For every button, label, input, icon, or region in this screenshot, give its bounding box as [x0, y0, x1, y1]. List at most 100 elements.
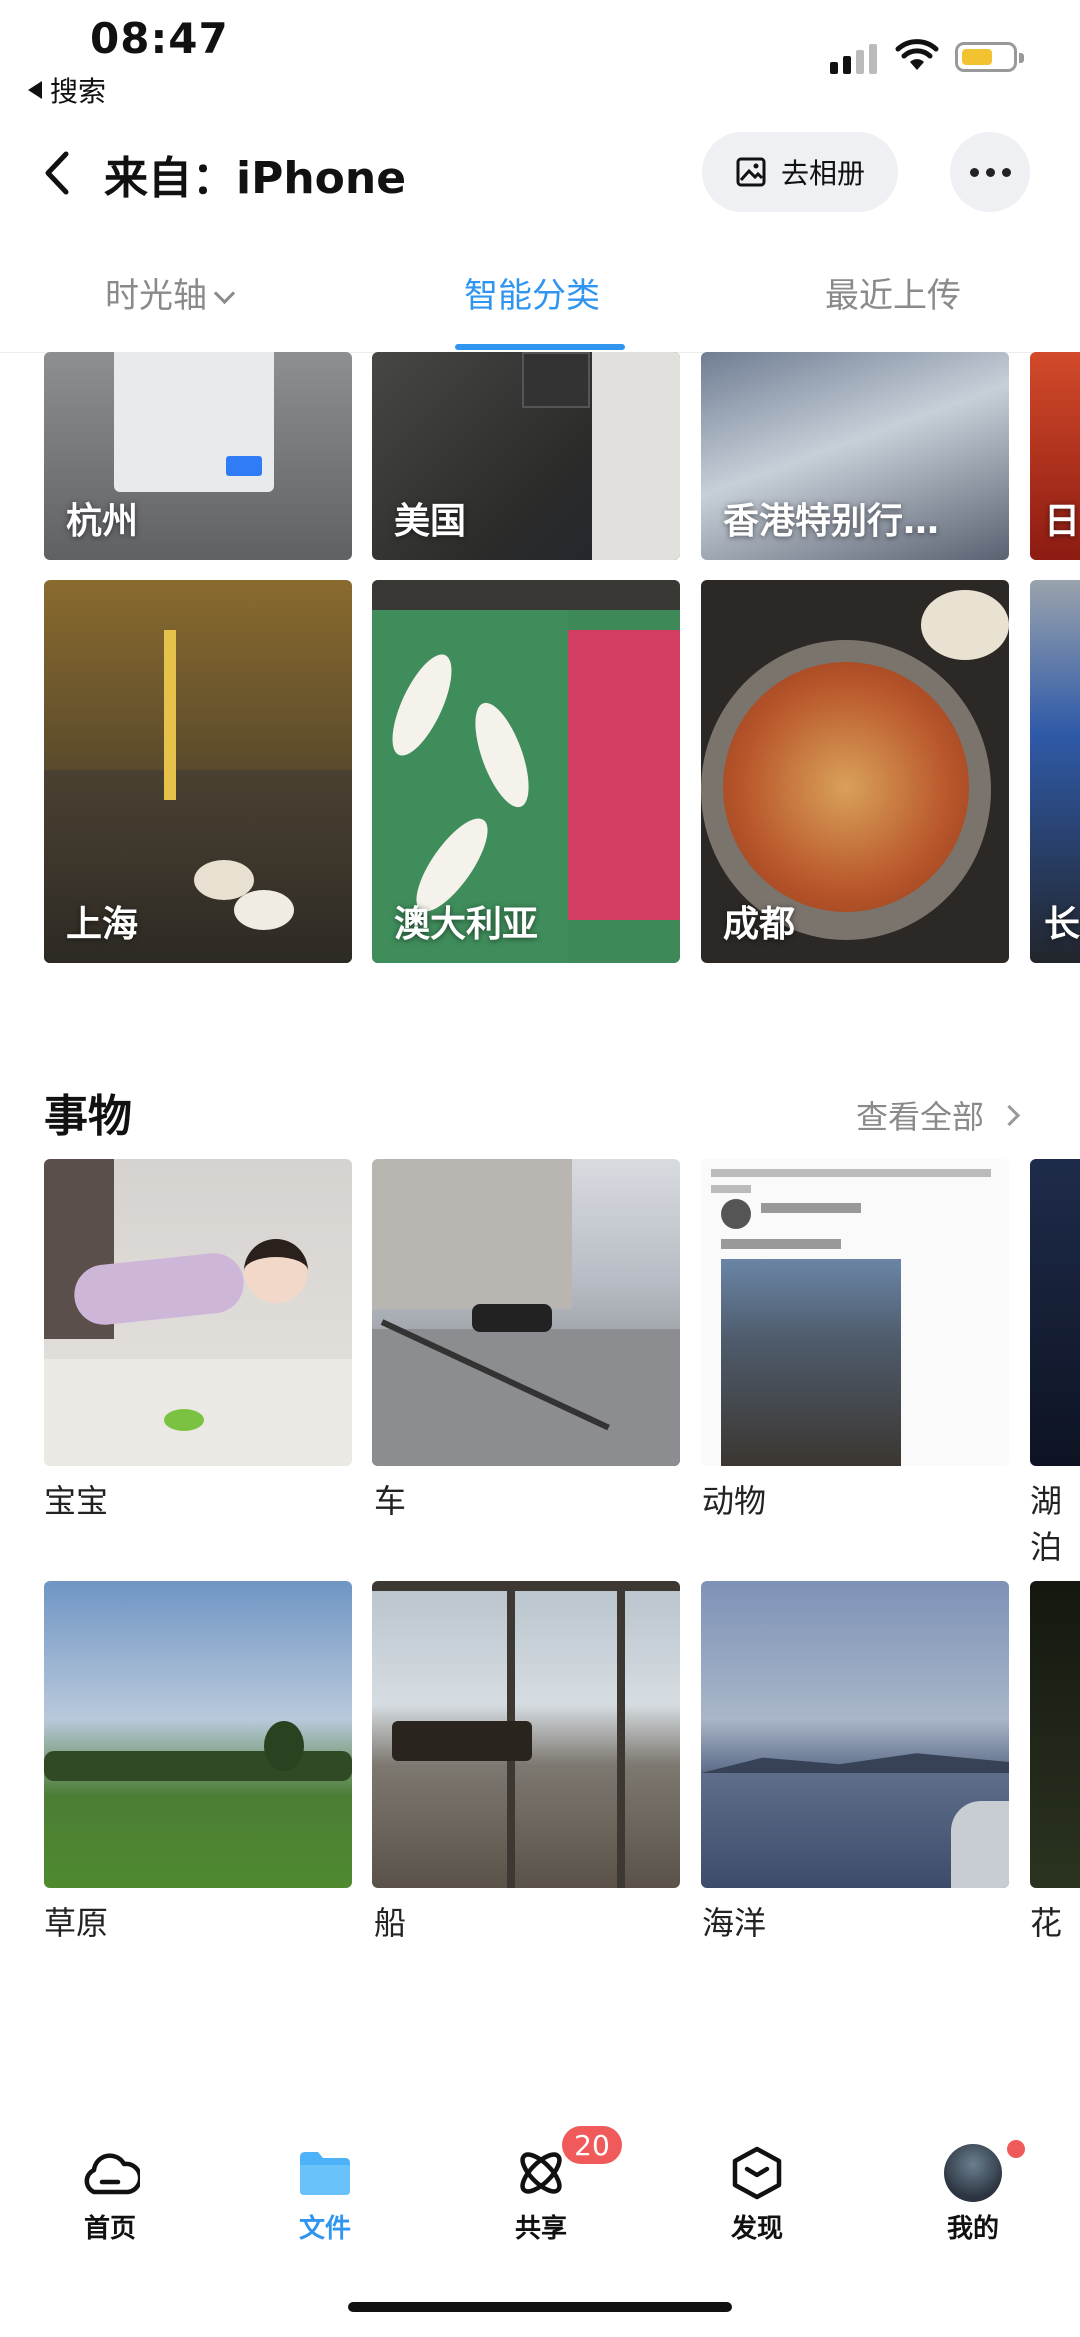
- photo-text-line: [711, 1185, 751, 1193]
- tab-timeline[interactable]: 时光轴: [105, 268, 236, 317]
- more-dot-icon: [969, 167, 979, 177]
- photo-tree-shape: [264, 1721, 304, 1771]
- photo-leaf-shape: [164, 1409, 204, 1431]
- place-label: 成都: [723, 904, 796, 945]
- go-to-album-label: 去相册: [780, 157, 865, 190]
- tab-smart-category[interactable]: 智能分类: [464, 268, 600, 317]
- photo-text-line: [711, 1169, 991, 1177]
- photo-text-line: [761, 1203, 861, 1213]
- category-label: 车: [374, 1482, 407, 1520]
- place-label: 日: [1044, 501, 1080, 542]
- place-album-shanghai[interactable]: 上海: [44, 580, 352, 963]
- category-label: 宝宝: [44, 1482, 109, 1520]
- place-label: 澳大利亚: [394, 904, 539, 945]
- photo-dialog-shape: [114, 352, 274, 492]
- battery-icon: [955, 42, 1024, 72]
- folder-icon: [300, 2152, 350, 2195]
- place-label: 长: [1044, 904, 1080, 945]
- wifi-icon: [895, 39, 939, 70]
- photo-dish-shape: [723, 662, 969, 912]
- tab-share-label: 共享: [514, 2214, 567, 2244]
- view-tabs: 时光轴 智能分类 最近上传: [0, 252, 1080, 353]
- tab-home[interactable]: 首页: [40, 2138, 180, 2245]
- place-album-australia[interactable]: 澳大利亚: [372, 580, 680, 963]
- category-label: 船: [374, 1904, 407, 1942]
- notification-dot: [1005, 2138, 1027, 2160]
- photo-text-line: [721, 1239, 841, 1249]
- cloud-home-icon: [84, 2153, 140, 2195]
- status-bar: 08:47 搜索: [0, 0, 1080, 120]
- place-album-chengdu[interactable]: 成都: [701, 580, 1009, 963]
- photo-frame-shape: [372, 1581, 680, 1591]
- photo-mountain-shape: [701, 1753, 1009, 1773]
- active-tab-indicator: [455, 344, 625, 350]
- photo-avatar-shape: [721, 1199, 751, 1229]
- category-label: 草原: [44, 1904, 109, 1942]
- category-label: 动物: [702, 1482, 767, 1520]
- category-label: 花: [1030, 1904, 1063, 1942]
- category-album-partial[interactable]: [1030, 1581, 1080, 1888]
- category-album-boat[interactable]: [372, 1581, 680, 1888]
- place-album-partial[interactable]: 长: [1030, 580, 1080, 963]
- photo-top-shape: [372, 580, 680, 610]
- avatar: [944, 2144, 1002, 2202]
- photo-road-shape: [372, 1329, 680, 1466]
- see-all-label: 查看全部: [856, 1098, 985, 1136]
- category-label: 海洋: [702, 1904, 767, 1942]
- photo-boat-shape: [392, 1721, 532, 1761]
- category-album-ocean[interactable]: [701, 1581, 1009, 1888]
- place-album-usa[interactable]: 美国: [372, 352, 680, 560]
- place-label: 香港特别行…: [723, 501, 940, 542]
- tab-recent-uploads[interactable]: 最近上传: [825, 268, 961, 317]
- tab-timeline-label: 时光轴: [105, 276, 207, 316]
- tab-discover[interactable]: 发现: [687, 2138, 827, 2245]
- share-atom-icon: [520, 2152, 562, 2194]
- photo-bowl-shape: [921, 590, 1009, 660]
- tab-discover-label: 发现: [730, 2214, 783, 2244]
- back-to-app-link[interactable]: 搜索: [28, 70, 106, 110]
- photo-pink-book-shape: [568, 630, 680, 920]
- category-label: 湖泊: [1030, 1482, 1063, 1566]
- tab-files[interactable]: 文件: [255, 2138, 395, 2245]
- category-album-partial[interactable]: [1030, 1159, 1080, 1466]
- category-album-car[interactable]: [372, 1159, 680, 1466]
- bottom-tab-bar: 首页 文件 共享 发现 我的: [0, 2120, 1080, 2270]
- back-triangle-icon: [28, 81, 42, 99]
- category-album-grassland[interactable]: [44, 1581, 352, 1888]
- section-title-things: 事物: [44, 1091, 132, 1142]
- chevron-right-icon: [998, 1104, 1021, 1126]
- photo-frame-shape: [617, 1581, 625, 1888]
- page-title: 来自：iPhone: [104, 153, 407, 204]
- category-album-animal[interactable]: [701, 1159, 1009, 1466]
- image-icon: [736, 157, 766, 187]
- share-count-badge: 20: [562, 2126, 622, 2164]
- photo-noodle-shape: [164, 630, 176, 800]
- home-indicator: [348, 2302, 732, 2312]
- more-dot-icon: [985, 167, 995, 177]
- more-options-button[interactable]: [950, 132, 1030, 212]
- category-album-baby[interactable]: [44, 1159, 352, 1466]
- photo-wall-shape: [592, 352, 680, 560]
- header-bar: 来自：iPhone 去相册: [0, 128, 1080, 218]
- tab-mine[interactable]: 我的: [903, 2138, 1043, 2245]
- chevron-down-icon: [213, 282, 236, 305]
- go-to-album-button[interactable]: 去相册: [702, 132, 898, 212]
- back-arrow-icon[interactable]: [38, 148, 78, 198]
- place-album-hongkong[interactable]: 香港特别行…: [701, 352, 1009, 560]
- place-album-partial[interactable]: 日: [1030, 352, 1080, 560]
- photo-building-shape: [372, 1159, 572, 1309]
- tab-home-label: 首页: [83, 2214, 136, 2244]
- photo-person-shape: [951, 1801, 1009, 1888]
- place-label: 杭州: [66, 501, 139, 542]
- photo-face-shape: [244, 1239, 308, 1303]
- place-label: 美国: [394, 501, 467, 542]
- place-album-hangzhou[interactable]: 杭州: [44, 352, 352, 560]
- see-all-link[interactable]: 查看全部: [856, 1092, 1021, 1138]
- photo-dog-shape: [721, 1259, 901, 1466]
- photo-car-shape: [472, 1304, 552, 1332]
- tab-files-label: 文件: [298, 2214, 351, 2244]
- discover-hexagon-icon: [732, 2146, 782, 2200]
- status-time: 08:47: [90, 14, 229, 63]
- photo-trees-shape: [44, 1751, 352, 1781]
- more-dot-icon: [1001, 167, 1011, 177]
